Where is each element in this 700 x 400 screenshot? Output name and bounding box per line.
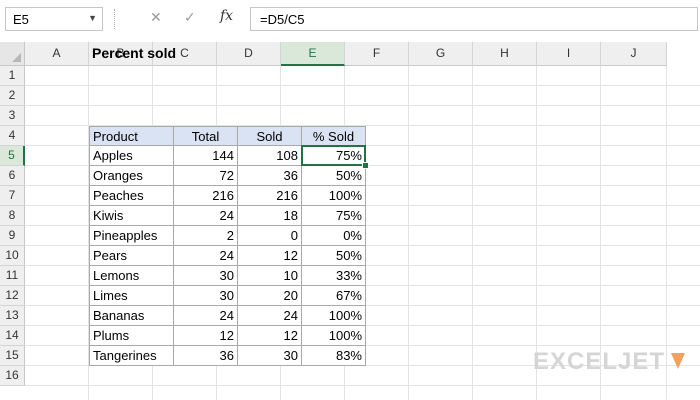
table-cell-product[interactable]: Tangerines — [89, 346, 174, 366]
table-cell-total[interactable]: 30 — [174, 266, 238, 286]
table-cell-product[interactable]: Limes — [89, 286, 174, 306]
row-header-15[interactable]: 15 — [0, 346, 25, 366]
gridline-horizontal — [25, 105, 700, 106]
gridline-horizontal — [25, 385, 700, 386]
chevron-down-icon[interactable]: ▼ — [88, 13, 97, 23]
row-header-3[interactable]: 3 — [0, 106, 25, 126]
table-cell-total[interactable]: 24 — [174, 246, 238, 266]
enter-icon[interactable]: ✓ — [184, 9, 196, 26]
row-header-12[interactable]: 12 — [0, 286, 25, 306]
table-cell-product[interactable]: Kiwis — [89, 206, 174, 226]
table-cell-total[interactable]: 144 — [174, 146, 238, 166]
name-box-value: E5 — [13, 12, 29, 27]
table-cell-product[interactable]: Oranges — [89, 166, 174, 186]
formula-input[interactable]: =D5/C5 — [250, 7, 698, 31]
table-cell-sold[interactable]: 10 — [238, 266, 302, 286]
table-cell-percent-sold[interactable]: 50% — [302, 246, 366, 266]
table-cell-percent-sold[interactable]: 33% — [302, 266, 366, 286]
table-cell-sold[interactable]: 12 — [238, 326, 302, 346]
column-header-j[interactable]: J — [601, 42, 667, 66]
table-cell-total[interactable]: 30 — [174, 286, 238, 306]
table-cell-percent-sold[interactable]: 100% — [302, 186, 366, 206]
formula-bar-separator — [114, 9, 115, 29]
name-box[interactable]: E5 ▼ — [5, 7, 103, 31]
table-header-percent-sold[interactable]: % Sold — [302, 126, 366, 146]
table-cell-percent-sold[interactable]: 83% — [302, 346, 366, 366]
active-cell[interactable] — [301, 145, 366, 166]
table-cell-total[interactable]: 36 — [174, 346, 238, 366]
row-header-13[interactable]: 13 — [0, 306, 25, 326]
row-header-9[interactable]: 9 — [0, 226, 25, 246]
table-cell-percent-sold[interactable]: 0% — [302, 226, 366, 246]
column-header-h[interactable]: H — [473, 42, 537, 66]
formula-text: =D5/C5 — [260, 12, 305, 27]
row-header-7[interactable]: 7 — [0, 186, 25, 206]
row-header-6[interactable]: 6 — [0, 166, 25, 186]
row-header-4[interactable]: 4 — [0, 126, 25, 146]
fill-handle[interactable] — [362, 162, 369, 169]
table-cell-product[interactable]: Lemons — [89, 266, 174, 286]
logo-mark-icon — [671, 353, 685, 369]
table-cell-total[interactable]: 12 — [174, 326, 238, 346]
table-cell-total[interactable]: 24 — [174, 206, 238, 226]
gridline-vertical — [408, 66, 409, 400]
table-cell-sold[interactable]: 24 — [238, 306, 302, 326]
row-header-2[interactable]: 2 — [0, 86, 25, 106]
column-header-i[interactable]: I — [537, 42, 601, 66]
table-cell-sold[interactable]: 12 — [238, 246, 302, 266]
table-cell-total[interactable]: 72 — [174, 166, 238, 186]
column-header-e[interactable]: E — [281, 42, 345, 66]
table-cell-product[interactable]: Apples — [89, 146, 174, 166]
table-cell-total[interactable]: 24 — [174, 306, 238, 326]
row-header-14[interactable]: 14 — [0, 326, 25, 346]
column-header-d[interactable]: D — [217, 42, 281, 66]
logo-text: EXCELJET — [533, 348, 666, 375]
row-header-5[interactable]: 5 — [0, 146, 25, 166]
row-header-1[interactable]: 1 — [0, 66, 25, 86]
table-cell-total[interactable]: 2 — [174, 226, 238, 246]
gridline-horizontal — [25, 85, 700, 86]
insert-function-icon[interactable]: fx — [220, 8, 233, 24]
table-header-product[interactable]: Product — [89, 126, 174, 146]
row-header-11[interactable]: 11 — [0, 266, 25, 286]
table-header-total[interactable]: Total — [174, 126, 238, 146]
sheet-title: Percent sold — [92, 45, 177, 61]
table-cell-percent-sold[interactable]: 50% — [302, 166, 366, 186]
gridline-vertical — [472, 66, 473, 400]
table-cell-sold[interactable]: 36 — [238, 166, 302, 186]
table-cell-product[interactable]: Plums — [89, 326, 174, 346]
table-cell-sold[interactable]: 0 — [238, 226, 302, 246]
column-header-a[interactable]: A — [25, 42, 89, 66]
table-cell-total[interactable]: 216 — [174, 186, 238, 206]
select-all-corner[interactable] — [0, 42, 25, 66]
table-cell-percent-sold[interactable]: 75% — [302, 206, 366, 226]
table-cell-product[interactable]: Pears — [89, 246, 174, 266]
cancel-icon[interactable]: ✕ — [150, 9, 162, 26]
table-cell-sold[interactable]: 18 — [238, 206, 302, 226]
table-cell-sold[interactable]: 108 — [238, 146, 302, 166]
table-cell-sold[interactable]: 30 — [238, 346, 302, 366]
row-header-16[interactable]: 16 — [0, 366, 25, 386]
table-cell-product[interactable]: Bananas — [89, 306, 174, 326]
table-header-sold[interactable]: Sold — [238, 126, 302, 146]
table-cell-sold[interactable]: 20 — [238, 286, 302, 306]
table-cell-product[interactable]: Peaches — [89, 186, 174, 206]
formula-bar: E5 ▼ ✕ ✓ fx =D5/C5 — [0, 0, 700, 39]
table-cell-product[interactable]: Pineapples — [89, 226, 174, 246]
table-cell-sold[interactable]: 216 — [238, 186, 302, 206]
row-header-8[interactable]: 8 — [0, 206, 25, 226]
table-cell-percent-sold[interactable]: 100% — [302, 306, 366, 326]
table-cell-percent-sold[interactable]: 100% — [302, 326, 366, 346]
column-header-f[interactable]: F — [345, 42, 409, 66]
column-header-g[interactable]: G — [409, 42, 473, 66]
table-cell-percent-sold[interactable]: 67% — [302, 286, 366, 306]
row-header-10[interactable]: 10 — [0, 246, 25, 266]
gridline-vertical — [666, 66, 667, 400]
